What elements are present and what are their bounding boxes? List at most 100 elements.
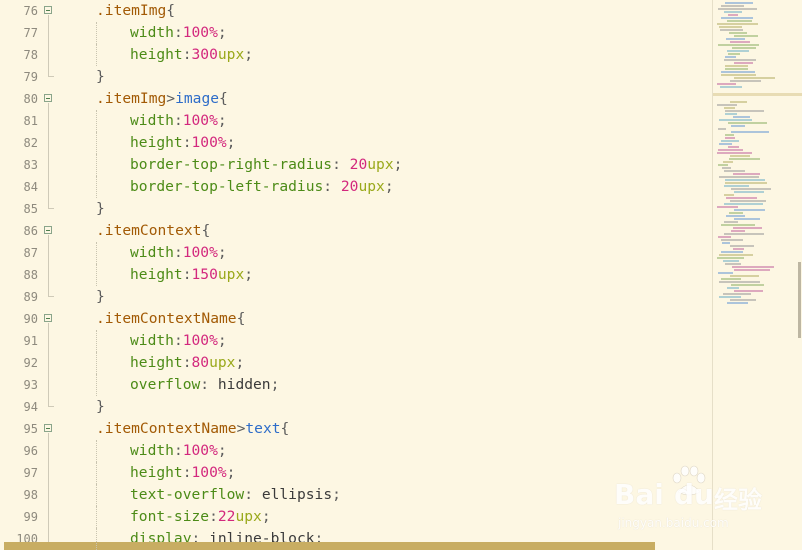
minimap-line xyxy=(723,293,751,295)
code-line[interactable]: height:100%; xyxy=(130,462,235,484)
code-token: : xyxy=(182,134,192,151)
fold-toggle-icon[interactable] xyxy=(44,6,52,14)
minimap-line xyxy=(733,227,762,229)
line-number: 99 xyxy=(23,510,38,524)
code-line[interactable]: .itemContextName{ xyxy=(96,308,245,330)
line-number: 84 xyxy=(23,180,38,194)
code-line[interactable]: } xyxy=(96,396,105,418)
code-token: { xyxy=(219,90,228,107)
indent-guide xyxy=(96,506,97,528)
code-token: % xyxy=(209,112,218,129)
code-line[interactable]: overflow: hidden; xyxy=(130,374,279,396)
code-line[interactable]: border-top-right-radius: 20upx; xyxy=(130,154,402,176)
code-editor[interactable]: 76 77 78 79 80 81 82 83 84 85 86 87 88 89 90 91 92 93 94 95… xyxy=(0,0,712,550)
code-token: width xyxy=(130,332,174,349)
watermark-url: jingyan.baidu.com xyxy=(618,516,729,530)
gutter-line: 83 xyxy=(0,154,64,176)
code-token: upx xyxy=(235,508,262,525)
code-line[interactable]: .itemContext{ xyxy=(96,220,210,242)
code-token: : xyxy=(182,46,192,63)
code-line[interactable]: width:100%; xyxy=(130,22,227,44)
code-token: ; xyxy=(226,464,236,481)
code-token: ; xyxy=(393,156,403,173)
watermark: Bai du 经验 jingyan.baidu.com xyxy=(614,465,764,540)
code-line[interactable]: height:150upx; xyxy=(130,264,253,286)
code-token: ; xyxy=(226,134,236,151)
minimap-line xyxy=(724,203,763,205)
code-token: ; xyxy=(270,376,280,393)
code-token: } xyxy=(96,200,105,217)
line-number: 86 xyxy=(23,224,38,238)
code-token: .itemImg xyxy=(96,90,167,107)
minimap-line xyxy=(732,47,756,49)
code-line[interactable]: width:100%; xyxy=(130,330,227,352)
code-line[interactable]: .itemImg{ xyxy=(96,0,175,22)
fold-guide xyxy=(48,242,49,264)
code-line[interactable]: } xyxy=(96,286,105,308)
fold-end-marker xyxy=(48,406,54,407)
code-line[interactable]: height:100%; xyxy=(130,132,235,154)
minimap-line xyxy=(724,170,745,172)
minimap-line xyxy=(734,269,770,271)
minimap-line xyxy=(730,200,766,202)
minimap-line xyxy=(717,104,737,106)
code-token: upx xyxy=(217,46,245,63)
code-token: { xyxy=(166,2,176,19)
code-token: : xyxy=(323,178,341,195)
code-line[interactable]: .itemContextName>text{ xyxy=(96,418,289,440)
minimap-line xyxy=(721,17,753,19)
code-token: : xyxy=(182,266,192,283)
line-number: 82 xyxy=(23,136,38,150)
gutter-line: 96 xyxy=(0,440,64,462)
fold-toggle-icon[interactable] xyxy=(44,94,52,102)
minimap-line xyxy=(726,197,757,199)
line-number: 96 xyxy=(23,444,38,458)
minimap[interactable] xyxy=(713,0,802,550)
line-number: 76 xyxy=(23,4,38,18)
minimap-line xyxy=(730,41,750,43)
gutter-line: 79 xyxy=(0,66,64,88)
code-line[interactable]: font-size:22upx; xyxy=(130,506,271,528)
code-line[interactable]: height:80upx; xyxy=(130,352,244,374)
code-token: .itemImg xyxy=(96,2,167,19)
line-number: 81 xyxy=(23,114,38,128)
minimap-line xyxy=(727,50,749,52)
minimap-viewport-indicator[interactable] xyxy=(713,93,802,96)
code-line[interactable]: width:100%; xyxy=(130,440,227,462)
code-token: ; xyxy=(217,244,227,261)
minimap-line xyxy=(734,209,765,211)
code-token: 100 xyxy=(182,442,210,459)
line-number: 89 xyxy=(23,290,38,304)
watermark-brand-right: du xyxy=(674,478,714,511)
fold-toggle-icon[interactable] xyxy=(44,314,52,322)
code-line[interactable]: } xyxy=(96,198,105,220)
minimap-line xyxy=(733,248,744,250)
code-token: ellipsis xyxy=(261,486,333,503)
minimap-line xyxy=(724,107,735,109)
minimap-line xyxy=(721,140,739,142)
code-line[interactable]: .itemImg>image{ xyxy=(96,88,228,110)
code-token: upx xyxy=(217,266,245,283)
code-line[interactable]: height:300upx; xyxy=(130,44,253,66)
minimap-line xyxy=(725,68,748,70)
code-line[interactable]: width:100%; xyxy=(130,242,227,264)
minimap-line xyxy=(725,134,734,136)
code-line[interactable]: text-overflow: ellipsis; xyxy=(130,484,341,506)
minimap-line xyxy=(730,299,756,301)
fold-guide xyxy=(48,352,49,374)
code-token: : xyxy=(244,486,262,503)
line-number: 77 xyxy=(23,26,38,40)
vertical-scrollbar-thumb[interactable] xyxy=(798,262,801,338)
gutter-line: 91 xyxy=(0,330,64,352)
fold-guide xyxy=(48,264,49,286)
fold-toggle-icon[interactable] xyxy=(44,226,52,234)
code-token: % xyxy=(209,332,218,349)
code-line[interactable]: width:100%; xyxy=(130,110,227,132)
minimap-line xyxy=(718,164,728,166)
minimap-line xyxy=(725,263,741,265)
fold-toggle-icon[interactable] xyxy=(44,424,52,432)
horizontal-scrollbar-thumb[interactable] xyxy=(4,542,655,550)
code-line[interactable]: } xyxy=(96,66,105,88)
code-line[interactable]: border-top-left-radius: 20upx; xyxy=(130,176,394,198)
minimap-line xyxy=(724,233,764,235)
